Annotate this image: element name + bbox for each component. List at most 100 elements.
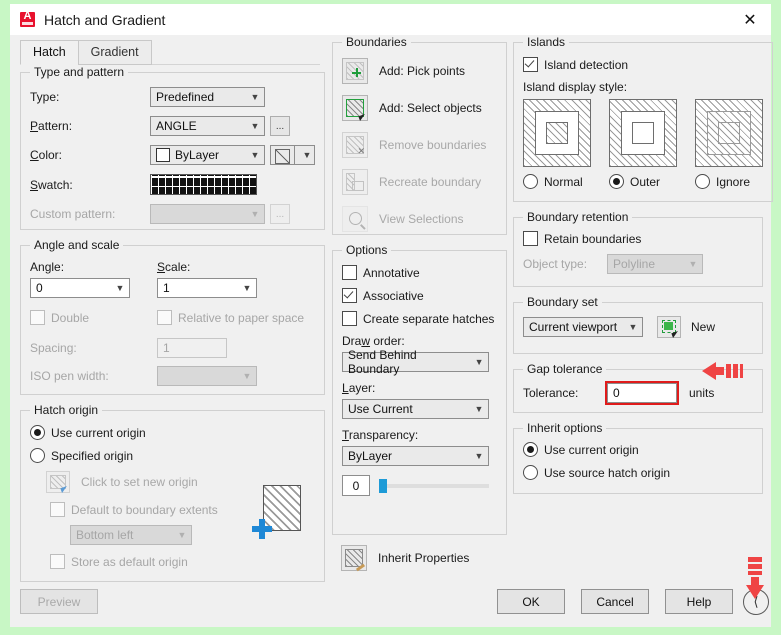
default-boundary-extents-label: Default to boundary extents [71, 502, 218, 517]
double-checkbox-row: Double [30, 310, 135, 325]
new-boundary-set-label[interactable]: New [691, 320, 715, 334]
add-select-objects-button[interactable]: Add: Select objects [342, 95, 497, 122]
help-button[interactable]: Help [665, 589, 733, 614]
specified-origin-row[interactable]: Specified origin [30, 448, 315, 463]
middle-column: Boundaries Add: Pick points Add: Select … [332, 35, 507, 582]
island-ignore-row[interactable]: Ignore [695, 174, 763, 189]
specified-origin-label: Specified origin [51, 448, 134, 463]
island-normal-radio[interactable] [523, 174, 538, 189]
inherit-use-current-radio[interactable] [523, 442, 538, 457]
chevron-down-icon: ▼ [250, 209, 260, 219]
tab-hatch[interactable]: Hatch [20, 40, 79, 65]
island-display-style-label: Island display style: [523, 80, 628, 94]
color-select[interactable]: ByLayer ▼ [150, 145, 265, 165]
island-detection-checkbox[interactable] [523, 57, 538, 72]
background-color-button[interactable] [270, 145, 295, 165]
create-separate-hatches-row[interactable]: Create separate hatches [342, 311, 497, 326]
type-label: Type: [30, 90, 60, 104]
click-set-origin-label: Click to set new origin [81, 475, 198, 489]
island-outer-label: Outer [630, 174, 661, 189]
pattern-select-value: ANGLE [156, 119, 197, 133]
inherit-use-source-label: Use source hatch origin [544, 465, 671, 480]
retain-boundaries-row[interactable]: Retain boundaries [523, 231, 753, 246]
tolerance-units-label: units [689, 386, 715, 400]
color-label: Color: [30, 148, 63, 162]
custom-pattern-browse-button: ... [270, 204, 290, 224]
store-default-origin-checkbox [50, 554, 65, 569]
island-detection-row[interactable]: Island detection [523, 57, 763, 72]
new-boundary-set-icon[interactable] [657, 316, 681, 339]
ok-button[interactable]: OK [497, 589, 565, 614]
specified-origin-radio[interactable] [30, 448, 45, 463]
transparency-select[interactable]: ByLayer ▼ [342, 446, 489, 466]
inherit-properties-button[interactable]: Inherit Properties [341, 545, 507, 572]
island-outer-row[interactable]: Outer [609, 174, 677, 189]
chevron-down-icon: ▼ [250, 150, 260, 160]
options-group: Options Annotative Associative Create se… [332, 243, 507, 535]
tolerance-input[interactable]: 0 [605, 381, 679, 405]
draw-order-select[interactable]: Send Behind Boundary ▼ [342, 348, 489, 376]
angle-and-scale-group: Angle and scale Angle: 0 ▼ Scale: 1 ▼ Do… [20, 238, 325, 395]
boundaries-group: Boundaries Add: Pick points Add: Select … [332, 35, 507, 235]
islands-group: Islands Island detection Island display … [513, 35, 773, 202]
angle-select[interactable]: 0 ▼ [30, 278, 130, 298]
add-pick-points-button[interactable]: Add: Pick points [342, 58, 497, 84]
transparency-amount-input[interactable]: 0 [342, 475, 370, 496]
retain-boundaries-checkbox[interactable] [523, 231, 538, 246]
scale-select[interactable]: 1 ▼ [157, 278, 257, 298]
preview-button: Preview [20, 589, 98, 614]
use-current-origin-radio[interactable] [30, 425, 45, 440]
background-color-dropdown[interactable]: ▼ [295, 145, 315, 165]
layer-label: Layer: [342, 381, 376, 395]
transparency-slider[interactable] [379, 477, 489, 495]
pattern-select[interactable]: ANGLE ▼ [150, 116, 265, 136]
pattern-browse-button[interactable]: ... [270, 116, 290, 136]
default-boundary-extents-checkbox [50, 502, 65, 517]
island-style-ignore[interactable]: Ignore [695, 99, 763, 189]
inherit-use-source-row[interactable]: Use source hatch origin [523, 465, 753, 480]
boundary-set-select[interactable]: Current viewport ▼ [523, 317, 643, 337]
chevron-down-icon: ▼ [250, 92, 260, 102]
chevron-down-icon: ▼ [242, 371, 252, 381]
associative-checkbox[interactable] [342, 288, 357, 303]
associative-row[interactable]: Associative [342, 288, 497, 303]
spacing-input: 1 [157, 338, 227, 358]
chevron-down-icon: ▼ [302, 150, 312, 160]
dialog-body: Hatch Gradient Type and pattern Type: Pr… [10, 35, 773, 627]
pattern-label: Pattern: [30, 119, 73, 133]
remove-boundaries-button: ✕ Remove boundaries [342, 132, 497, 158]
annotative-row[interactable]: Annotative [342, 265, 497, 280]
boundary-extents-select: Bottom left ▼ [70, 525, 192, 545]
layer-select[interactable]: Use Current ▼ [342, 399, 489, 419]
tab-gradient[interactable]: Gradient [77, 40, 152, 65]
recreate-boundary-button: Recreate boundary [342, 169, 497, 195]
left-column: Type and pattern Type: Predefined ▼ Patt… [20, 65, 325, 590]
cancel-button[interactable]: Cancel [581, 589, 649, 614]
transparency-value: ByLayer [348, 449, 393, 463]
inherit-use-source-radio[interactable] [523, 465, 538, 480]
title-bar: Hatch and Gradient ✕ [10, 4, 771, 35]
add-pick-points-label: Add: Pick points [379, 64, 466, 78]
island-normal-row[interactable]: Normal [523, 174, 591, 189]
draw-order-value: Send Behind Boundary [348, 348, 417, 376]
island-ignore-radio[interactable] [695, 174, 710, 189]
inherit-use-current-row[interactable]: Use current origin [523, 442, 753, 457]
boundary-set-group: Boundary set Current viewport ▼ New [513, 295, 763, 354]
double-checkbox [30, 310, 45, 325]
pattern-swatch-preview[interactable] [150, 174, 257, 195]
annotative-checkbox[interactable] [342, 265, 357, 280]
hatch-and-gradient-dialog: Hatch and Gradient ✕ Hatch Gradient Type… [10, 4, 773, 627]
create-separate-hatches-checkbox[interactable] [342, 311, 357, 326]
chevron-left-circle-icon[interactable]: ⟨ [743, 589, 769, 615]
chevron-down-icon: ▼ [628, 322, 638, 332]
autocad-logo-icon [20, 10, 35, 27]
island-outer-radio[interactable] [609, 174, 624, 189]
island-style-normal[interactable]: Normal [523, 99, 591, 189]
close-icon[interactable]: ✕ [729, 4, 771, 35]
click-set-origin-row: Click to set new origin [46, 471, 263, 494]
type-select[interactable]: Predefined ▼ [150, 87, 265, 107]
slider-thumb[interactable] [379, 478, 387, 493]
island-style-outer[interactable]: Outer [609, 99, 677, 189]
use-current-origin-row[interactable]: Use current origin [30, 425, 315, 440]
chevron-down-icon: ▼ [474, 451, 484, 461]
